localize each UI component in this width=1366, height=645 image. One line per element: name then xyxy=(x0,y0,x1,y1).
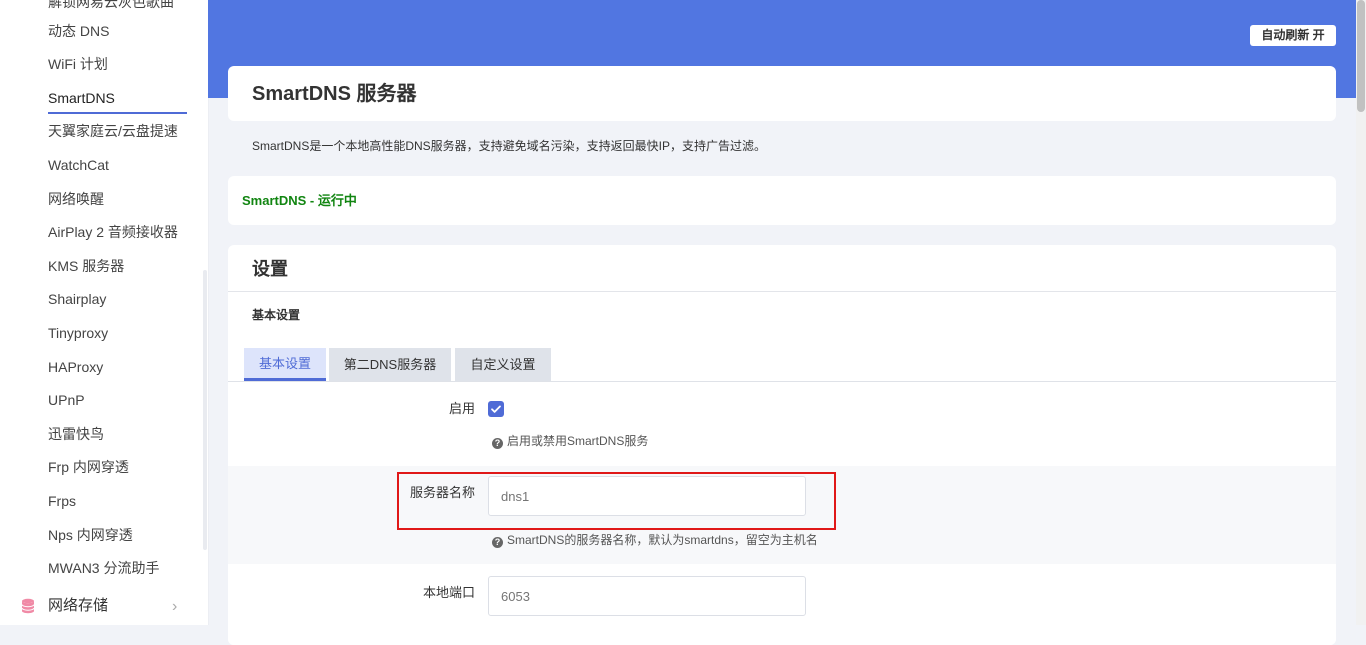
port-input[interactable] xyxy=(488,576,806,616)
sidebar-scrollbar[interactable] xyxy=(203,270,207,550)
sidebar-item-unblock-netease[interactable]: 解锁网易云灰色歌曲 xyxy=(48,0,174,12)
sidebar-item-frp[interactable]: Frp 内网穿透 xyxy=(48,457,129,477)
sidebar-item-xunlei[interactable]: 迅雷快鸟 xyxy=(48,424,104,444)
port-label: 本地端口 xyxy=(422,585,475,600)
settings-title: 设置 xyxy=(252,259,288,279)
server-name-hint: ? SmartDNS的服务器名称，默认为smartdns，留空为主机名 xyxy=(492,532,818,548)
highlight-box xyxy=(397,472,836,530)
server-name-hint-text: SmartDNS的服务器名称，默认为smartdns，留空为主机名 xyxy=(507,533,818,547)
enable-label: 启用 xyxy=(448,401,475,416)
auto-refresh-button[interactable]: 自动刷新 开 xyxy=(1250,25,1336,46)
enable-hint: ? 启用或禁用SmartDNS服务 xyxy=(492,433,648,449)
service-status: SmartDNS - 运行中 xyxy=(242,193,357,208)
sidebar-item-wake-on-lan[interactable]: 网络唤醒 xyxy=(48,189,104,209)
sidebar: 解锁网易云灰色歌曲 动态 DNS WiFi 计划 SmartDNS 天翼家庭云/… xyxy=(0,0,209,625)
help-icon: ? xyxy=(492,438,503,449)
tab-second-dns-server[interactable]: 第二DNS服务器 xyxy=(329,348,451,381)
sidebar-item-airplay2[interactable]: AirPlay 2 音频接收器 xyxy=(48,222,178,242)
enable-row xyxy=(228,382,1336,466)
settings-subtitle: 基本设置 xyxy=(252,308,301,322)
sidebar-section-label: 网络存储 xyxy=(48,597,109,614)
sidebar-item-kms[interactable]: KMS 服务器 xyxy=(48,256,124,276)
title-card: SmartDNS 服务器 xyxy=(228,66,1336,121)
sidebar-item-wifi-schedule[interactable]: WiFi 计划 xyxy=(48,54,108,74)
sidebar-item-tianyi-cloud[interactable]: 天翼家庭云/云盘提速 xyxy=(48,121,178,141)
sidebar-section-network-storage[interactable]: 网络存储 › xyxy=(20,596,195,618)
sidebar-item-mwan3[interactable]: MWAN3 分流助手 xyxy=(48,558,159,578)
sidebar-item-upnp[interactable]: UPnP xyxy=(48,390,85,410)
check-icon xyxy=(491,405,501,413)
help-icon: ? xyxy=(492,537,503,548)
sidebar-item-frps[interactable]: Frps xyxy=(48,491,76,511)
database-icon xyxy=(20,598,36,614)
sidebar-item-haproxy[interactable]: HAProxy xyxy=(48,357,103,377)
page-title: SmartDNS 服务器 xyxy=(252,83,417,105)
sidebar-item-smartdns[interactable]: SmartDNS xyxy=(48,88,115,108)
tab-basic-settings[interactable]: 基本设置 xyxy=(244,348,326,381)
page-scrollbar-thumb[interactable] xyxy=(1357,0,1365,112)
sidebar-item-shairplay[interactable]: Shairplay xyxy=(48,289,106,309)
sidebar-active-indicator xyxy=(48,112,187,114)
chevron-right-icon: › xyxy=(172,598,178,615)
status-card: SmartDNS - 运行中 xyxy=(228,176,1336,225)
enable-hint-text: 启用或禁用SmartDNS服务 xyxy=(507,434,649,448)
divider xyxy=(228,291,1336,292)
page-description: SmartDNS是一个本地高性能DNS服务器，支持避免域名污染，支持返回最快IP… xyxy=(252,139,767,153)
sidebar-item-nps[interactable]: Nps 内网穿透 xyxy=(48,525,133,545)
enable-checkbox[interactable] xyxy=(488,401,504,417)
sidebar-item-tinyproxy[interactable]: Tinyproxy xyxy=(48,323,108,343)
sidebar-item-watchcat[interactable]: WatchCat xyxy=(48,155,109,175)
sidebar-item-ddns[interactable]: 动态 DNS xyxy=(48,21,109,41)
settings-card: 设置 基本设置 基本设置 第二DNS服务器 自定义设置 启用 ? 启用或禁用Sma… xyxy=(228,245,1336,645)
tab-custom-settings[interactable]: 自定义设置 xyxy=(455,348,551,381)
